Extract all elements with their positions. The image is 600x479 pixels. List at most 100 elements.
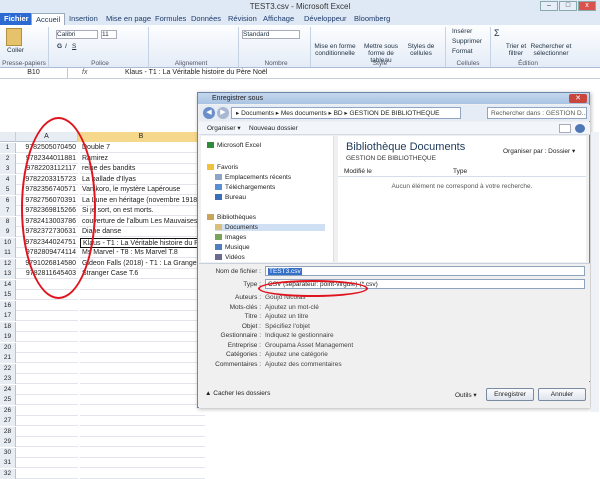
tab-bloomberg[interactable]: Bloomberg — [350, 13, 394, 25]
conditional-format-button[interactable]: Mise en forme conditionnelle — [313, 43, 357, 57]
cell-b[interactable] — [80, 427, 205, 437]
cell-a[interactable] — [16, 332, 78, 342]
cell-b[interactable] — [80, 280, 205, 290]
row-header[interactable]: 15 — [0, 290, 16, 300]
delete-cells-button[interactable]: Supprimer — [452, 38, 482, 45]
cell-b[interactable] — [80, 353, 205, 363]
cell-a[interactable] — [16, 343, 78, 353]
forward-icon[interactable]: ▶ — [217, 107, 229, 119]
row-header[interactable]: 7 — [0, 206, 16, 216]
filename-input[interactable]: TEST3.csv — [265, 266, 585, 276]
cell-b[interactable]: La Lune en héritage (novembre 1918) — [80, 196, 205, 206]
row-header[interactable]: 19 — [0, 332, 16, 342]
row-header[interactable]: 27 — [0, 416, 16, 426]
nav-item-libraries[interactable]: Bibliothèques — [207, 214, 256, 221]
row-header[interactable]: 9 — [0, 227, 16, 237]
row-header[interactable]: 13 — [0, 269, 16, 279]
cell-b[interactable]: Klaus - T1 : La Véritable histoire du Pè… — [80, 237, 205, 248]
cell-b[interactable] — [80, 332, 205, 342]
cell-a[interactable] — [16, 374, 78, 384]
cell-a[interactable] — [16, 301, 78, 311]
cell-b[interactable] — [80, 385, 205, 395]
hide-folders-toggle[interactable]: ▲ Cacher les dossiers — [205, 390, 270, 397]
tools-menu[interactable]: Outils ▾ — [455, 391, 477, 399]
cell-b[interactable]: Diane danse — [80, 227, 205, 237]
cell-a[interactable] — [16, 458, 78, 468]
cell-a[interactable] — [16, 353, 78, 363]
meta-value[interactable]: Groupama Asset Management — [265, 342, 353, 349]
row-header[interactable]: 11 — [0, 248, 16, 258]
row-header[interactable]: 21 — [0, 353, 16, 363]
tab-formulas[interactable]: Formules — [151, 13, 190, 25]
font-size-select[interactable]: 11 — [101, 30, 117, 39]
column-header-b[interactable]: B — [78, 132, 205, 142]
new-folder-button[interactable]: Nouveau dossier — [249, 122, 298, 135]
fx-icon[interactable]: fx — [82, 68, 87, 78]
cell-b[interactable] — [80, 395, 205, 405]
row-header[interactable]: 26 — [0, 405, 16, 416]
nav-item-images[interactable]: Images — [215, 234, 246, 241]
cell-a[interactable] — [16, 395, 78, 405]
row-header[interactable]: 2 — [0, 153, 16, 164]
cell-a[interactable] — [16, 311, 78, 321]
path-breadcrumb[interactable]: ▸ Documents ▸ Mes documents ▸ BD ▸ GESTI… — [231, 107, 461, 119]
nav-item-videos[interactable]: Vidéos — [215, 254, 245, 261]
row-header[interactable]: 8 — [0, 216, 16, 227]
cell-b[interactable]: Gideon Falls (2018) - T1 : La Grange noi… — [80, 259, 205, 269]
row-header[interactable]: 10 — [0, 237, 16, 248]
row-header[interactable]: 14 — [0, 279, 16, 290]
cell-b[interactable]: couverture de l'album Les Mauvaises herb — [80, 217, 205, 227]
cell-b[interactable] — [80, 301, 205, 311]
cell-b[interactable] — [80, 364, 205, 374]
italic-button[interactable]: I — [65, 43, 67, 50]
search-input[interactable]: Rechercher dans : GESTION D... — [487, 107, 587, 119]
row-header[interactable]: 1 — [0, 143, 16, 153]
number-format-select[interactable]: Standard — [242, 30, 300, 39]
row-header[interactable]: 31 — [0, 458, 16, 468]
tab-data[interactable]: Données — [187, 13, 225, 25]
paste-icon[interactable] — [6, 28, 22, 46]
cell-a[interactable] — [16, 448, 78, 458]
help-icon[interactable] — [575, 124, 585, 133]
insert-cells-button[interactable]: Insérer — [452, 28, 472, 35]
name-box[interactable]: B10 — [0, 68, 68, 78]
cell-a[interactable] — [16, 406, 78, 416]
meta-value[interactable]: Ajoutez un mot-clé — [265, 304, 319, 311]
meta-value[interactable]: Spécifiez l'objet — [265, 323, 310, 330]
cell-a[interactable] — [16, 416, 78, 426]
nav-item-recent[interactable]: Emplacements récents — [215, 174, 291, 181]
bold-button[interactable]: G — [57, 43, 62, 50]
close-button[interactable]: x — [578, 1, 596, 11]
nav-item-downloads[interactable]: Téléchargements — [215, 184, 275, 191]
row-header[interactable]: 24 — [0, 384, 16, 395]
autosum-button[interactable]: Σ — [494, 28, 500, 38]
meta-value[interactable]: Ajoutez une catégorie — [265, 351, 328, 358]
nav-item-music[interactable]: Musique — [215, 244, 250, 251]
cell-a[interactable] — [16, 385, 78, 395]
cell-b[interactable]: La ballade d'Ilyas — [80, 175, 205, 185]
cell-a[interactable] — [16, 322, 78, 332]
row-header[interactable]: 6 — [0, 195, 16, 206]
cell-b[interactable] — [80, 437, 205, 447]
row-header[interactable]: 28 — [0, 426, 16, 437]
cancel-button[interactable]: Annuler — [538, 388, 586, 401]
cell-b[interactable]: reine des bandits — [80, 164, 205, 174]
cell-b[interactable]: Vanikoro, le mystère Lapérouse — [80, 185, 205, 195]
row-header[interactable]: 29 — [0, 437, 16, 447]
cell-b[interactable] — [80, 374, 205, 384]
tab-view[interactable]: Affichage — [259, 13, 298, 25]
back-icon[interactable]: ◀ — [203, 107, 215, 119]
vertical-scrollbar[interactable] — [591, 132, 599, 412]
row-header[interactable]: 16 — [0, 300, 16, 311]
row-header[interactable]: 5 — [0, 185, 16, 195]
cell-b[interactable]: Stranger Case T.6 — [80, 269, 205, 279]
tab-developer[interactable]: Développeur — [300, 13, 351, 25]
paste-label[interactable]: Coller — [7, 47, 24, 54]
organize-by[interactable]: Organiser par : Dossier ▾ — [503, 147, 575, 155]
nav-item-excel[interactable]: Microsoft Excel — [207, 142, 261, 149]
row-header[interactable]: 32 — [0, 468, 16, 479]
column-type[interactable]: Type — [453, 167, 467, 177]
row-header[interactable]: 3 — [0, 164, 16, 174]
cell-b[interactable] — [80, 311, 205, 321]
cell-b[interactable] — [80, 343, 205, 353]
